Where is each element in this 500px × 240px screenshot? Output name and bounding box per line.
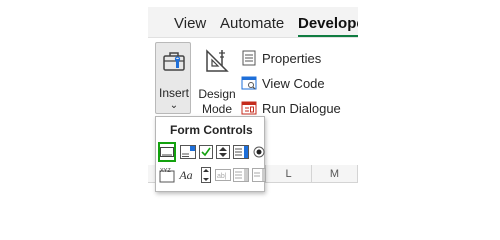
form-controls-heading: Form Controls: [170, 123, 253, 137]
view-code-icon: [241, 76, 257, 90]
option-button-icon: [253, 146, 265, 158]
tab-automate[interactable]: Automate: [220, 15, 284, 32]
scroll-bar-icon: [201, 167, 211, 183]
scroll-bar-form-control[interactable]: [197, 165, 215, 185]
properties-label: Properties: [262, 51, 322, 66]
properties-button[interactable]: Properties: [241, 48, 356, 68]
form-controls-row: XYZ Aa ab|: [158, 165, 266, 185]
column-header-m[interactable]: M: [312, 165, 358, 183]
view-code-label: View Code: [262, 76, 325, 91]
column-header-l[interactable]: L: [266, 165, 312, 183]
combo-box-icon: [180, 145, 196, 159]
tab-view[interactable]: View: [174, 15, 206, 32]
form-controls-dropdown: Form Controls XYZ Aa ab|: [155, 116, 266, 192]
insert-controls-button[interactable]: Insert ⌄: [155, 42, 191, 114]
label-form-control[interactable]: Aa: [177, 165, 195, 185]
run-dialogue-icon: [241, 101, 257, 115]
combo-drop-down-edit-form-control[interactable]: [250, 165, 268, 185]
group-box-text: XYZ: [160, 168, 171, 174]
spin-button-form-control[interactable]: [214, 142, 232, 162]
insert-label: Insert: [158, 86, 189, 100]
group-box-icon: XYZ: [159, 168, 175, 183]
combo-list-edit-icon: [233, 168, 249, 182]
properties-icon: [242, 50, 256, 66]
list-box-form-control[interactable]: [232, 142, 250, 162]
view-code-button[interactable]: View Code: [241, 73, 356, 93]
form-controls-row: [158, 142, 265, 162]
tab-developer[interactable]: Developer: [298, 15, 358, 32]
run-dialogue-button[interactable]: Run Dialogue: [241, 98, 356, 118]
button-control-icon: [160, 147, 174, 157]
combo-box-form-control[interactable]: [179, 142, 197, 162]
developer-ribbon: Insert ⌄ Design Mode Properties View Cod…: [148, 37, 358, 125]
design-mode-label-line1: Design: [198, 87, 236, 101]
design-mode-label: Design Mode: [197, 87, 237, 117]
check-box-form-control[interactable]: [197, 142, 215, 162]
list-box-icon: [233, 145, 249, 159]
design-mode-label-line2: Mode: [201, 102, 233, 116]
combo-list-edit-form-control[interactable]: [232, 165, 250, 185]
option-button-form-control[interactable]: [250, 142, 268, 162]
design-mode-icon: [206, 49, 229, 72]
ribbon-tab-strip: View Automate Developer: [148, 7, 358, 38]
group-box-form-control[interactable]: XYZ: [158, 165, 176, 185]
text-field-form-control[interactable]: ab|: [214, 165, 232, 185]
button-form-control[interactable]: [158, 142, 176, 162]
design-mode-button[interactable]: Design Mode: [197, 44, 237, 117]
check-box-icon: [199, 145, 213, 159]
chevron-down-icon: ⌄: [169, 100, 179, 111]
text-field-icon: ab|: [215, 169, 231, 181]
spin-button-icon: [216, 145, 230, 159]
combo-drop-down-edit-icon: [252, 168, 266, 182]
run-dialogue-label: Run Dialogue: [262, 101, 341, 116]
toolbox-icon: [163, 52, 185, 71]
label-control-text: Aa: [179, 167, 193, 182]
text-field-text: ab|: [217, 173, 227, 180]
